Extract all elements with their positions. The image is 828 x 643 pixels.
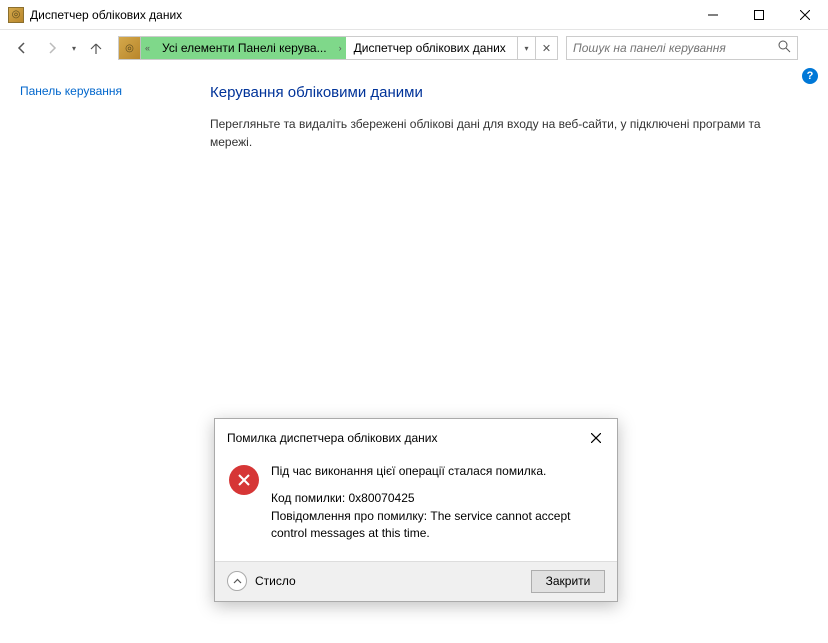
maximize-button[interactable]: [736, 0, 782, 30]
dialog-close-button[interactable]: [587, 429, 605, 447]
page-description: Перегляньте та видаліть збережені обліко…: [210, 115, 770, 151]
window-controls: [690, 0, 828, 30]
error-dialog: Помилка диспетчера облікових даних Під ч…: [214, 418, 618, 602]
address-bar[interactable]: « Усі елементи Панелі керува... › Диспет…: [118, 36, 558, 60]
error-icon: [229, 465, 259, 495]
address-dropdown[interactable]: ▾: [517, 37, 535, 59]
help-button[interactable]: ?: [802, 68, 818, 84]
history-dropdown[interactable]: ▾: [68, 44, 80, 53]
close-button[interactable]: [782, 0, 828, 30]
dialog-footer: Стисло Закрити: [215, 561, 617, 601]
location-icon: [119, 37, 141, 59]
chevron-up-icon: [227, 571, 247, 591]
up-button[interactable]: [82, 34, 110, 62]
minimize-button[interactable]: [690, 0, 736, 30]
navbar: ▾ « Усі елементи Панелі керува... › Дисп…: [0, 30, 828, 66]
breadcrumb-seg-1[interactable]: Усі елементи Панелі керува...: [154, 37, 335, 59]
error-detail: Повідомлення про помилку: The service ca…: [271, 508, 603, 543]
search-icon[interactable]: [778, 40, 791, 56]
main-panel: Керування обліковими даними Перегляньте …: [210, 84, 808, 151]
content-area: Панель керування Керування обліковими да…: [0, 66, 828, 169]
breadcrumb-seg-2[interactable]: Диспетчер облікових даних: [346, 37, 514, 59]
page-heading: Керування обліковими даними: [210, 84, 808, 101]
dialog-message: Під час виконання цієї операції сталася …: [271, 463, 603, 543]
address-refresh-close[interactable]: ✕: [535, 37, 557, 59]
breadcrumb-chevrons[interactable]: «: [141, 37, 154, 59]
search-input[interactable]: [573, 41, 778, 55]
search-box[interactable]: [566, 36, 798, 60]
back-button[interactable]: [8, 34, 36, 62]
sidebar: Панель керування: [20, 84, 210, 151]
breadcrumb-sep-1[interactable]: ›: [335, 37, 346, 59]
dialog-header: Помилка диспетчера облікових даних: [215, 419, 617, 457]
sidebar-home-link[interactable]: Панель керування: [20, 84, 122, 98]
details-toggle-label: Стисло: [255, 574, 296, 588]
app-icon: [8, 7, 24, 23]
forward-button[interactable]: [38, 34, 66, 62]
error-main-text: Під час виконання цієї операції сталася …: [271, 463, 603, 480]
dialog-close-action-button[interactable]: Закрити: [531, 570, 605, 593]
window-title: Диспетчер облікових даних: [30, 8, 182, 22]
dialog-title: Помилка диспетчера облікових даних: [227, 431, 587, 445]
titlebar: Диспетчер облікових даних: [0, 0, 828, 30]
details-toggle[interactable]: Стисло: [227, 571, 296, 591]
dialog-body: Під час виконання цієї операції сталася …: [215, 457, 617, 561]
error-code: Код помилки: 0x80070425: [271, 490, 603, 507]
